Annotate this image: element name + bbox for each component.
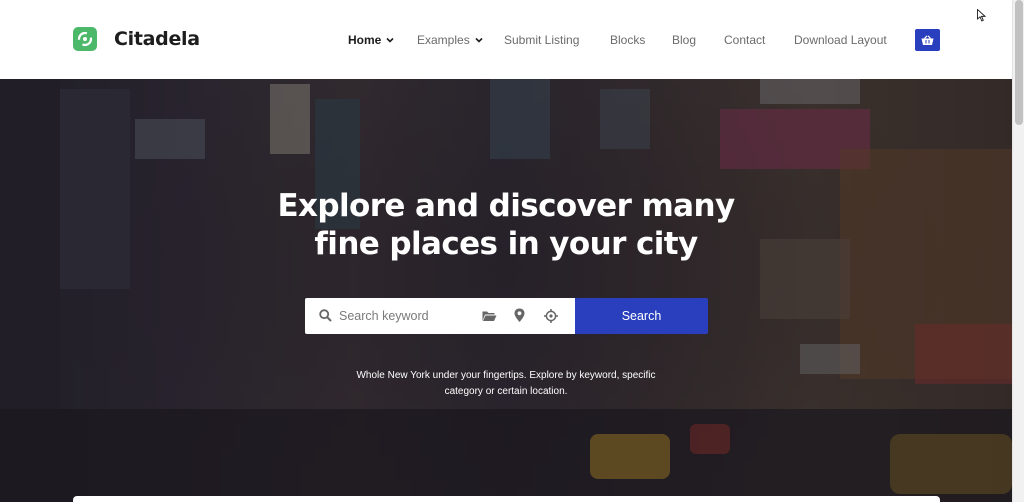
nav-item-home[interactable]: Home [348,33,394,47]
nav-item-label: Blog [672,33,697,47]
map-pin-icon[interactable] [514,308,525,323]
hero-section: Explore and discover many fine places in… [0,79,1012,502]
hero-title-line-1: Explore and discover many [277,188,735,224]
content-card-top [73,496,940,502]
cart-button[interactable] [915,29,940,51]
brand-name: Citadela [114,28,200,50]
chevron-down-icon [475,37,483,43]
hero-title-line-2: fine places in your city [314,226,698,262]
folder-icon[interactable] [482,310,497,322]
site-header: Citadela Home Examples Submit Listing Bl… [0,0,1012,79]
hero-description-line-2: category or certain location. [444,386,568,397]
hero-description-line-1: Whole New York under your fingertips. Ex… [356,370,656,381]
nav-item-label: Blocks [610,33,646,47]
chevron-down-icon [386,37,394,43]
nav-item-label: Examples [417,33,470,47]
mouse-cursor-icon [977,9,986,22]
nav-item-download-layout[interactable]: Download Layout [794,33,887,47]
search-icon [319,309,332,322]
nav-item-label: Submit Listing [504,33,580,47]
crosshair-icon[interactable] [544,309,558,323]
nav-item-label: Contact [724,33,766,47]
hero-title: Explore and discover many fine places in… [0,187,1012,263]
nav-item-examples[interactable]: Examples [417,33,483,47]
nav-item-contact[interactable]: Contact [724,33,765,47]
nav-item-submit-listing[interactable]: Submit Listing [504,33,579,47]
nav-item-blog[interactable]: Blog [672,33,696,47]
search-bar [305,298,575,334]
basket-icon [921,34,934,45]
hero-description: Whole New York under your fingertips. Ex… [0,368,1012,400]
page: Citadela Home Examples Submit Listing Bl… [0,0,1012,502]
logo-icon [73,27,97,51]
search-button[interactable]: Search [575,298,708,334]
nav-item-label: Download Layout [794,33,887,47]
nav-item-blocks[interactable]: Blocks [610,33,645,47]
search-keyword-input[interactable] [339,298,475,334]
scrollbar-thumb[interactable] [1015,0,1023,125]
nav-item-label: Home [348,33,382,47]
page-scrollbar[interactable] [1012,0,1024,502]
logo[interactable]: Citadela [73,27,200,51]
